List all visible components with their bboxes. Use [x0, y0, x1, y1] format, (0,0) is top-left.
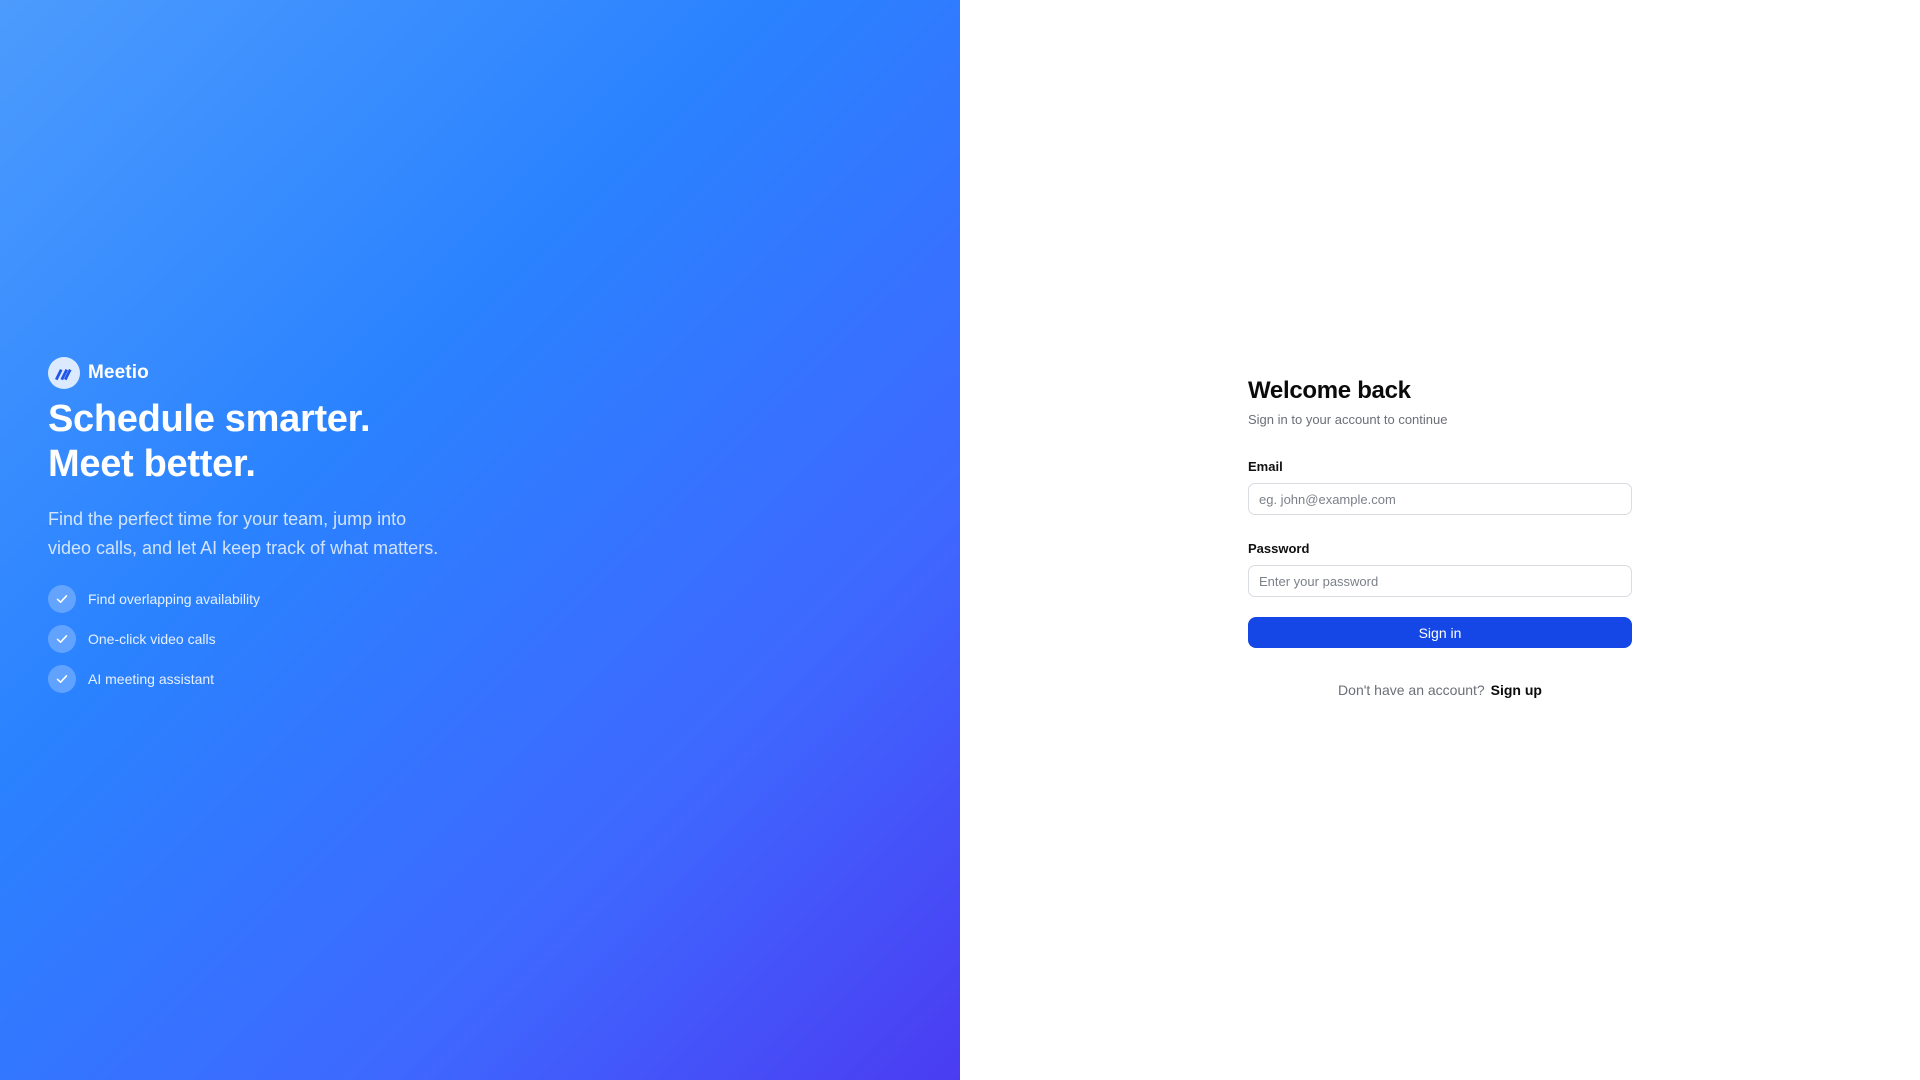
form-title: Welcome back: [1248, 377, 1411, 404]
check-icon: [48, 665, 76, 693]
hero-description: Find the perfect time for your team, jum…: [48, 509, 439, 558]
signin-form: Welcome back Sign in to your account to …: [1248, 376, 1632, 698]
email-label: Email: [1248, 459, 1283, 474]
meetio-logo-icon: [48, 357, 80, 389]
password-label: Password: [1248, 541, 1310, 556]
check-icon: [48, 585, 76, 613]
password-field[interactable]: [1248, 565, 1632, 597]
signin-panel: Welcome back Sign in to your account to …: [960, 0, 1920, 1080]
signup-prompt: Don't have an account?: [1338, 682, 1485, 698]
sign-in-button[interactable]: Sign in: [1248, 617, 1632, 648]
hero-headline: Schedule smarter. Meet better.: [48, 397, 488, 487]
logo-mark: [55, 369, 72, 381]
feature-label: One-click video calls: [88, 631, 216, 647]
feature-label: AI meeting assistant: [88, 671, 215, 687]
feature-item: Find overlapping availability: [48, 585, 488, 613]
brand-name: Meetio: [88, 362, 149, 383]
feature-item: One-click video calls: [48, 625, 488, 653]
hero-content: Meetio Schedule smarter. Meet better. Fi…: [48, 357, 488, 705]
headline-line-2: Meet better.: [48, 443, 256, 485]
signup-row: Don't have an account? Sign up: [1248, 682, 1632, 698]
hero-panel: Meetio Schedule smarter. Meet better. Fi…: [0, 0, 960, 1080]
email-field[interactable]: [1248, 483, 1632, 515]
sign-up-link[interactable]: Sign up: [1491, 682, 1542, 698]
brand: Meetio: [48, 357, 488, 389]
feature-item: AI meeting assistant: [48, 665, 488, 693]
form-subtitle: Sign in to your account to continue: [1248, 412, 1448, 427]
login-page: Meetio Schedule smarter. Meet better. Fi…: [0, 0, 1920, 1080]
feature-list: Find overlapping availability One-click …: [48, 585, 488, 693]
headline-line-1: Schedule smarter.: [48, 398, 371, 440]
check-icon: [48, 625, 76, 653]
feature-label: Find overlapping availability: [88, 591, 260, 607]
